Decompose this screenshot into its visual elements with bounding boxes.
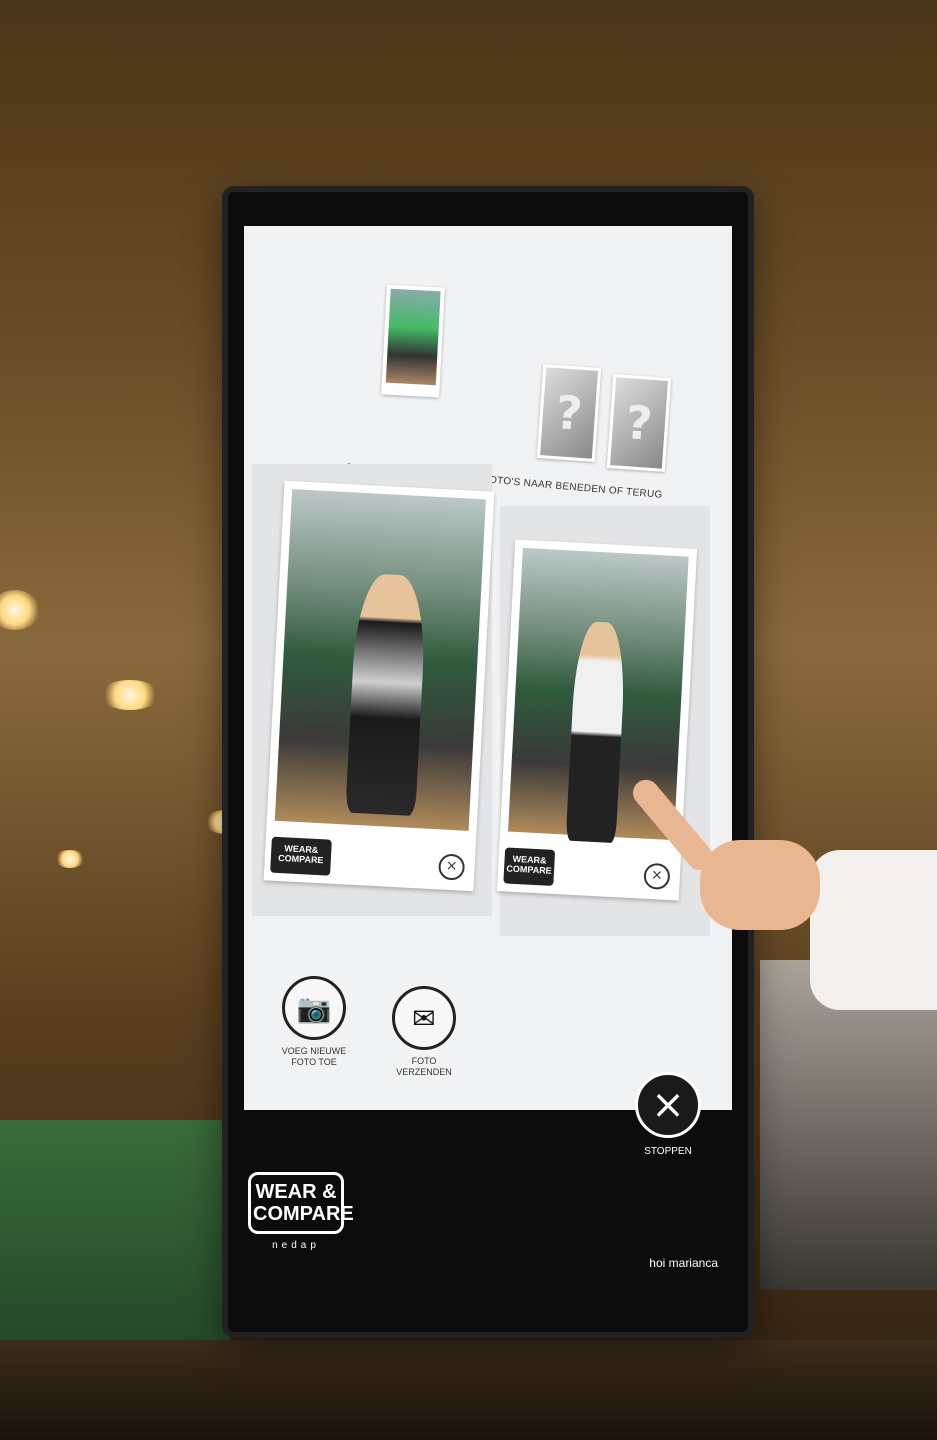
outfit-photo <box>274 489 486 831</box>
wear-compare-brand-logo: WEAR & COMPARE nedap <box>248 1172 354 1251</box>
thumbnail-photo[interactable] <box>381 284 445 398</box>
empty-photo-slot[interactable]: ? <box>606 374 672 472</box>
sleeve <box>810 850 937 1010</box>
kiosk-display: ? ? SLEEP MET JE VINGER DE FOTO'S NAAR B… <box>228 192 748 1332</box>
ceiling-light <box>55 850 85 868</box>
wear-compare-logo: WEAR& COMPARE <box>270 836 332 876</box>
touch-screen: ? ? SLEEP MET JE VINGER DE FOTO'S NAAR B… <box>244 226 732 1110</box>
send-photo-label: FOTO VERZENDEN <box>396 1056 452 1077</box>
photo-card-left[interactable]: WEAR& COMPARE × <box>263 480 495 892</box>
send-photo-button[interactable]: ✉ FOTO VERZENDEN <box>384 986 464 1078</box>
empty-photo-slot[interactable]: ? <box>536 364 602 462</box>
brand-sub: nedap <box>272 1240 320 1251</box>
thumbnail-image <box>385 288 441 386</box>
photo-card-right[interactable]: WEAR& COMPARE × <box>496 539 698 901</box>
person-figure <box>565 620 628 844</box>
add-photo-button[interactable]: 📷 VOEG NIEUWE FOTO TOE <box>274 976 354 1068</box>
hand <box>700 840 820 930</box>
brand-name: WEAR & COMPARE <box>248 1172 354 1234</box>
close-icon: × <box>635 1072 701 1138</box>
ceiling-light <box>100 680 160 710</box>
remove-photo-button[interactable]: × <box>643 862 671 891</box>
camera-icon: 📷 <box>282 976 346 1040</box>
remove-photo-button[interactable]: × <box>437 853 466 881</box>
floor <box>0 1340 937 1440</box>
stop-label: STOPPEN <box>644 1146 692 1157</box>
add-photo-label: VOEG NIEUWE FOTO TOE <box>281 1046 347 1067</box>
stop-button[interactable]: × STOPPEN <box>628 1072 708 1157</box>
question-icon: ? <box>553 385 585 441</box>
send-photo-icon: ✉ <box>392 986 456 1050</box>
person-figure <box>345 572 428 817</box>
question-icon: ? <box>623 395 655 451</box>
wear-compare-logo: WEAR& COMPARE <box>503 847 556 886</box>
user-greeting: hoi marianca <box>649 1256 718 1270</box>
ceiling-light <box>0 590 40 630</box>
